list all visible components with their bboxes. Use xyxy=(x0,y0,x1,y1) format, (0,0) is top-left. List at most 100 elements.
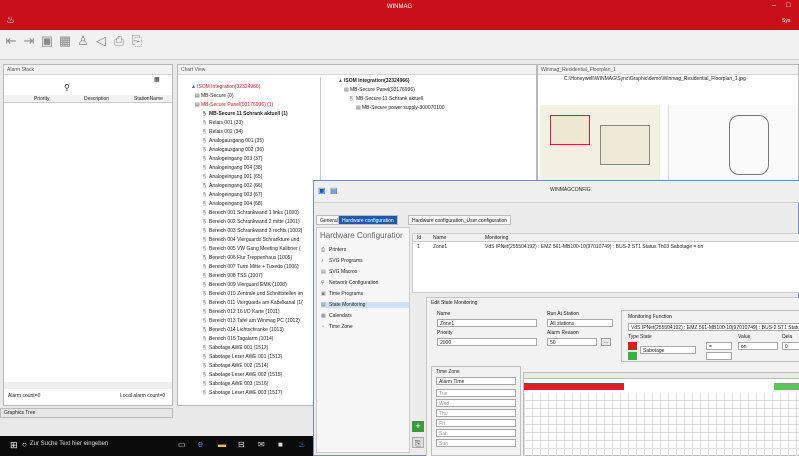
app-icon[interactable]: ■ xyxy=(278,440,283,449)
column-header[interactable]: Monitoring xyxy=(485,235,508,241)
tree-item[interactable]: § Analogeingang 001 (65) xyxy=(203,174,262,180)
image-icon[interactable]: ▣ xyxy=(40,34,54,48)
nav-time-zone[interactable]: ◔ Time Zone xyxy=(321,324,353,330)
tree-item[interactable]: ▤MB-Secure (0) xyxy=(195,93,234,99)
back-icon[interactable]: ⇤ xyxy=(4,34,18,48)
tree-item[interactable]: § Analogeingang 003 (37) xyxy=(203,156,262,162)
tab-hardware-configuration[interactable]: Hardware configuration xyxy=(338,215,398,225)
time-grid[interactable] xyxy=(523,372,799,456)
tree-item[interactable]: § Bereich 001 Schrankwand 1 links (1000) xyxy=(203,210,299,216)
day-row[interactable]: Sat xyxy=(436,429,516,437)
name-field[interactable]: Zone1 xyxy=(437,319,537,327)
column-header[interactable]: Description xyxy=(84,96,109,102)
folder-icon[interactable]: ▬ xyxy=(218,440,226,449)
minimize-icon[interactable]: – xyxy=(772,2,776,9)
tree-item[interactable]: § Analogeingang 004 (68) xyxy=(203,201,262,207)
forward-icon[interactable]: ⇥ xyxy=(22,34,36,48)
normal-color-swatch[interactable] xyxy=(628,352,637,360)
nav-printers[interactable]: ⎙ Printers xyxy=(321,247,346,253)
floorplan-map[interactable] xyxy=(540,105,660,183)
print-preview-icon[interactable]: ⎘ xyxy=(130,34,144,48)
tree-item[interactable]: § MB-Secure 11 Schrank aktuell xyxy=(350,96,423,102)
taskbar-search[interactable]: Zur Suche Text hier eingeben xyxy=(30,441,108,447)
tree-item[interactable]: § Relais 001 (33) xyxy=(203,120,243,126)
tab-hardware-user-configuration[interactable]: Hardware configuration_User configuratio… xyxy=(408,215,512,225)
tree-item[interactable]: § Sabotage Leser AWE 001 (1513) xyxy=(203,354,282,360)
table-row[interactable]: 1 Zone1 VdS IPNet(255504192) : EMZ 561-M… xyxy=(413,243,799,251)
normal-time-block[interactable] xyxy=(774,383,799,390)
tree-item[interactable]: ▤MB-Secure Panel(93176996) (1) xyxy=(195,102,273,108)
column-header[interactable]: Priority xyxy=(34,96,50,102)
tree-item[interactable]: § Bereich 004 Vierguards Schrankture und xyxy=(203,237,299,243)
nav-time-programs[interactable]: ▣ Time Programs xyxy=(321,291,363,297)
tree-item[interactable]: § Bereich 015 Tagalarm (1014) xyxy=(203,336,273,342)
tree-item[interactable]: § Bereich 010 Zentrale und Schnittstellen… xyxy=(203,291,303,297)
tree-item[interactable]: § Bereich 013 Tafel am Winmag PC (1012) xyxy=(203,318,300,324)
alarm-color-swatch[interactable] xyxy=(628,342,637,350)
tree-item[interactable]: ▤MB-Secure power supply-300070100 xyxy=(356,105,445,111)
operator-select-2[interactable] xyxy=(706,352,732,360)
day-row[interactable]: Sun xyxy=(436,439,516,447)
day-row[interactable]: Tue xyxy=(436,389,516,397)
tree-item[interactable]: § Bereich 005 VW Gang Meeting Kalibrier ( xyxy=(203,246,301,252)
floorplan-detail[interactable] xyxy=(668,105,796,183)
maximize-icon[interactable]: □ xyxy=(786,2,790,9)
graphics-tree-tab[interactable]: Graphics Tree xyxy=(0,408,173,418)
monitoring-function-field[interactable]: VdS IPNet(255504192) : EMZ 561-MB100-10(… xyxy=(628,323,799,331)
search-circle-icon[interactable]: ○ xyxy=(22,440,27,449)
operator-select[interactable]: = xyxy=(706,342,732,350)
day-row[interactable]: Fri xyxy=(436,419,516,427)
browse-button[interactable]: … xyxy=(601,338,611,346)
copy-icon[interactable]: ⎘ xyxy=(412,437,424,448)
tree-item[interactable]: § Analogeingang 002 (66) xyxy=(203,183,262,189)
tree-item[interactable]: § Sabotage AWE 003 (1516) xyxy=(203,381,268,387)
run-at-select[interactable]: All stations xyxy=(547,319,613,327)
tree-item[interactable]: § Analogausgang 001 (35) xyxy=(203,138,264,144)
value-select[interactable]: on xyxy=(738,342,778,350)
mail-icon[interactable]: ✉ xyxy=(258,440,265,449)
nav-network-configuration[interactable]: ⚲ Network Configuration xyxy=(321,280,378,286)
column-chooser-icon[interactable]: ▦ xyxy=(154,76,160,83)
tree-item[interactable]: § Analogausgang 002 (36) xyxy=(203,147,264,153)
tree-item[interactable]: § Relais 002 (34) xyxy=(203,129,243,135)
nav-state-monitoring[interactable]: ▤ State Monitoring xyxy=(321,302,409,308)
tree-item[interactable]: § Sabotage AWE 002 (1514) xyxy=(203,363,268,369)
tree-item[interactable]: § Analogeingang 004 (38) xyxy=(203,165,262,171)
delay-field[interactable]: 0 xyxy=(782,342,799,350)
grid-icon[interactable]: ▦ xyxy=(58,34,72,48)
column-header[interactable]: Name xyxy=(433,235,446,241)
tree-item[interactable]: § Bereich 003 Schrankwand 3 rechts (1002) xyxy=(203,228,302,234)
tree-item[interactable]: ▲ISOM Integration(32324966) xyxy=(338,78,410,84)
tree-item[interactable]: § Sabotage Leser AWE 002 (1515) xyxy=(203,372,282,378)
tree-item[interactable]: § Bereich 008 TSS (1007) xyxy=(203,273,263,279)
state-select[interactable]: Sabotage xyxy=(640,346,696,354)
tree-item[interactable]: ▲ISOM Integration(32324966) xyxy=(191,84,260,90)
tree-item[interactable]: § Bereich 002 Schrankwand 2 mitte (1001) xyxy=(203,219,300,225)
tree-item[interactable]: § Bereich 011 Vierguards am Kabelkanal (1… xyxy=(203,300,303,306)
time-zone-select[interactable]: Alarm Time xyxy=(436,377,516,385)
tree-item[interactable]: § Sabotage Leser AWE 003 (1517) xyxy=(203,390,282,396)
tree-item[interactable]: § MB-Secure 11 Schrank aktuell (1) xyxy=(203,111,288,117)
tree-item[interactable]: § Analogeingang 003 (67) xyxy=(203,192,262,198)
search-icon[interactable]: ⚲ xyxy=(64,83,70,92)
mute-icon[interactable]: ◁ xyxy=(94,34,108,48)
users-icon[interactable]: ♙ xyxy=(76,34,90,48)
tree-item[interactable]: ▤MB-Secure Panel(93176996) xyxy=(344,87,415,93)
tree-item[interactable]: § Bereich 009 Vierguard EMK (1008) xyxy=(203,282,287,288)
tree-item[interactable]: § Bereich 007 Turm Mitte + Tuxedo (1006) xyxy=(203,264,299,270)
nav-svg-programs[interactable]: ♪ SVG Programs xyxy=(321,258,363,264)
winmag-taskbar-icon[interactable]: ♨ xyxy=(298,440,305,449)
edge-icon[interactable]: e xyxy=(198,439,203,449)
alarm-reason-field[interactable]: 50 xyxy=(547,338,597,346)
active-time-block[interactable] xyxy=(524,383,624,390)
task-view-icon[interactable]: ▭ xyxy=(178,440,186,449)
add-icon[interactable]: + xyxy=(412,421,424,432)
column-header[interactable]: Id xyxy=(417,235,421,241)
nav-calendars[interactable]: ▦ Calendars xyxy=(321,313,352,319)
column-header[interactable]: StationName xyxy=(134,96,163,102)
store-icon[interactable]: ⊟ xyxy=(238,440,245,449)
nav-svg-macros[interactable]: ▤ SVG Macros xyxy=(321,269,357,275)
save-icon[interactable]: ▤ xyxy=(330,186,338,195)
tree-item[interactable]: § Bereich 014 Lichtschranke (1013) xyxy=(203,327,284,333)
tree-item[interactable]: § Bereich 006 Flur Treppenhaus (1005) xyxy=(203,255,292,261)
